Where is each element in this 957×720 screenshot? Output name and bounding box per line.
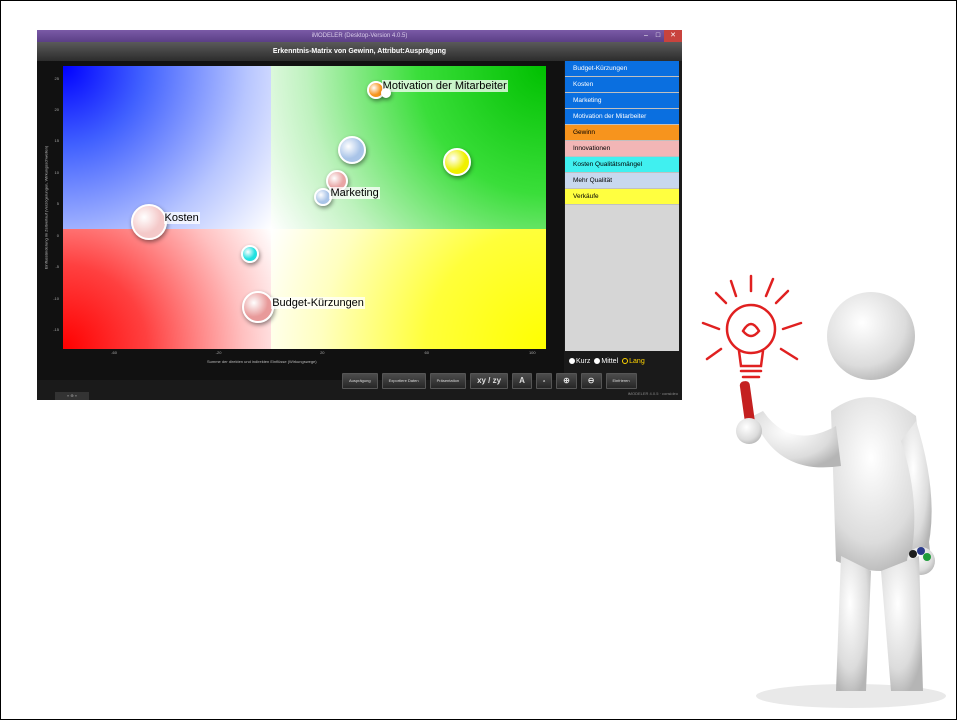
toolbar-button[interactable]: Einfrieren — [605, 373, 637, 389]
app-window: iMODELER (Desktop-Version 4.0.5) – □ ✕ E… — [37, 30, 682, 400]
toolbar-button[interactable]: Präsentation — [429, 373, 467, 389]
y-tick-label: 20 — [54, 107, 59, 113]
close-button[interactable]: ✕ — [664, 30, 682, 42]
y-tick-label: -15 — [53, 327, 59, 333]
radio-label: Lang — [629, 357, 645, 365]
toolbar-button[interactable]: ⊖ — [580, 373, 602, 389]
window-titlebar: iMODELER (Desktop-Version 4.0.5) – □ ✕ — [37, 30, 682, 42]
factor-legend: Budget-Kürzungen Kosten Marketing Motivatio… — [565, 61, 679, 351]
x-tick-label: 20 — [320, 350, 325, 355]
figure-with-lightbulb — [701, 274, 946, 708]
lightbulb-icon — [701, 274, 803, 379]
y-tick-label: 25 — [54, 75, 59, 81]
quadrant-top-left — [63, 66, 271, 229]
window-title: iMODELER (Desktop-Version 4.0.5) — [311, 33, 408, 39]
legend-item[interactable]: Kosten — [565, 77, 679, 93]
matrix-header: Erkenntnis-Matrix von Gewinn, Attribut:A… — [37, 42, 682, 61]
radio-label: Kurz — [576, 357, 591, 365]
bubble-label: Motivation der Mitarbeiter — [381, 80, 508, 92]
quadrant-bottom-left — [63, 229, 271, 349]
bubble-unlabeled-2[interactable] — [338, 135, 367, 164]
bottom-toolbar: Ausprägung Exportiere Daten Präsentation xy… — [342, 373, 637, 389]
bubble-label: Budget-Kürzungen — [271, 296, 365, 309]
radio-label: Mittel — [601, 357, 619, 365]
legend-item[interactable]: Motivation der Mitarbeiter — [565, 109, 679, 125]
radio-dot-icon — [594, 358, 601, 364]
status-right: iMODELER 4.0.5 · consideo — [627, 391, 678, 396]
minimize-button[interactable]: – — [640, 30, 652, 42]
slide: iMODELER (Desktop-Version 4.0.5) – □ ✕ E… — [0, 0, 957, 720]
bubble-label: Marketing — [329, 186, 380, 199]
x-tick-label: -60 — [111, 350, 117, 355]
toolbar-button[interactable]: xy / zy — [470, 373, 509, 389]
chart-area: Einflussänderung im Zeitverlauf (Verzöge… — [37, 61, 564, 380]
radio-kurz[interactable]: Kurz — [569, 358, 590, 365]
quadrant-bottom-right — [271, 229, 546, 349]
toolbar-button[interactable]: ⊕ — [556, 373, 577, 389]
y-tick-label: 10 — [54, 169, 59, 175]
maximize-button[interactable]: □ — [652, 30, 664, 42]
bubble-budget-k-rzungen[interactable] — [242, 290, 275, 323]
legend-item[interactable]: Innovationen — [565, 141, 679, 157]
bubble-kosten[interactable] — [130, 204, 167, 241]
radio-lang[interactable]: Lang — [622, 358, 645, 365]
y-tick-label: -5 — [55, 264, 59, 270]
y-tick-label: -10 — [53, 295, 59, 301]
radio-mittel[interactable]: Mittel — [594, 358, 618, 365]
legend-item[interactable]: Verkäufe — [565, 189, 679, 205]
legend-item[interactable]: Mehr Qualität — [565, 173, 679, 189]
radio-dot-icon — [569, 358, 575, 364]
x-tick-label: 60 — [424, 350, 429, 355]
legend-item[interactable]: Gewinn — [565, 125, 679, 141]
toolbar-button[interactable]: Exportiere Daten — [381, 373, 426, 389]
toolbar-button[interactable]: a — [535, 373, 553, 389]
x-axis-title: Summe der direkten und indirekten Einflü… — [207, 359, 317, 364]
y-axis-title: Einflussänderung im Zeitverlauf (Verzöge… — [43, 145, 49, 270]
toolbar-button[interactable]: Ausprägung — [342, 373, 378, 389]
legend-item[interactable]: Kosten Qualitätsmängel — [565, 157, 679, 173]
status-left[interactable]: « ⊕ » — [55, 392, 89, 400]
y-tick-label: 5 — [56, 201, 59, 207]
y-tick-label: 0 — [56, 232, 59, 238]
bubble-label: Kosten — [163, 212, 200, 225]
y-tick-label: 15 — [54, 138, 59, 144]
bubble-unlabeled-7[interactable] — [241, 244, 260, 263]
legend-item[interactable]: Marketing — [565, 93, 679, 109]
bubble-unlabeled-3[interactable] — [442, 148, 471, 177]
term-radio-group: Kurz Mittel Lang — [565, 352, 683, 370]
x-tick-label: -20 — [215, 350, 222, 355]
legend-item[interactable]: Budget-Kürzungen — [565, 61, 679, 77]
x-tick-label: 100 — [528, 350, 536, 355]
radio-dot-icon — [622, 358, 629, 364]
toolbar-button[interactable]: A — [512, 373, 532, 389]
matrix-plot[interactable]: Motivation der Mitarbeiter Marketing Koste… — [63, 66, 546, 349]
